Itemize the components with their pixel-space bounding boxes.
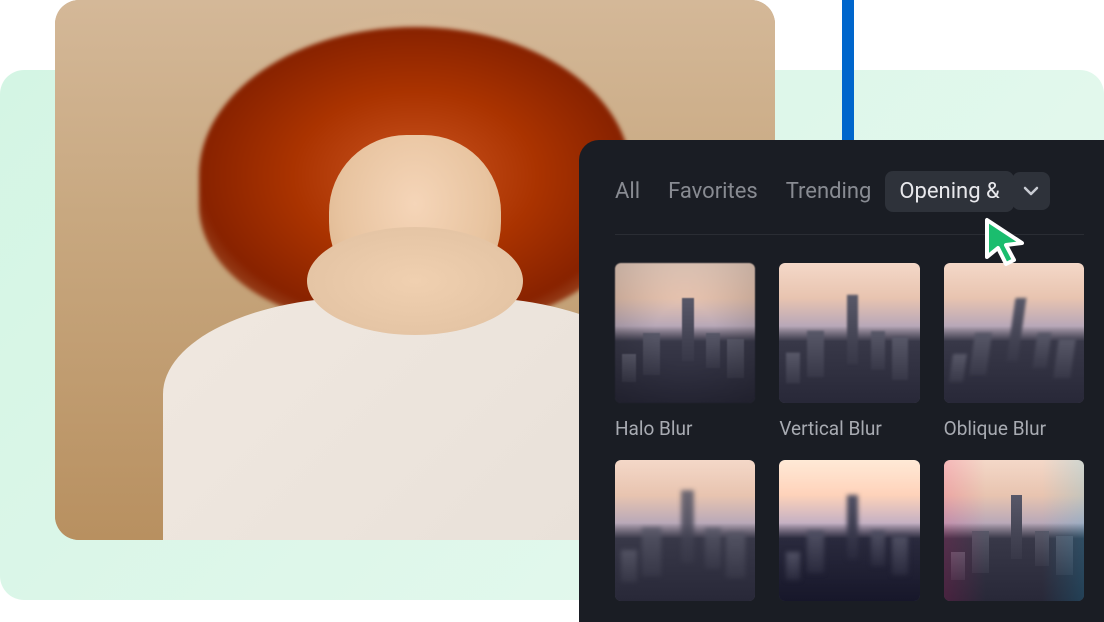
tab-all[interactable]: All — [615, 179, 640, 204]
effect-thumb[interactable] — [615, 460, 755, 600]
effect-item-4 — [615, 460, 755, 600]
effect-label: Halo Blur — [615, 417, 755, 440]
cursor-pointer-icon — [982, 215, 1032, 270]
tab-opening[interactable]: Opening & — [885, 171, 1013, 212]
effect-item-5 — [779, 460, 919, 600]
effect-thumb[interactable] — [779, 263, 919, 403]
tab-favorites[interactable]: Favorites — [668, 179, 758, 204]
effect-thumb[interactable] — [944, 263, 1084, 403]
effect-item-halo-blur: Halo Blur — [615, 263, 755, 440]
effect-item-oblique-blur: Oblique Blur — [944, 263, 1084, 440]
effect-item-6 — [944, 460, 1084, 600]
effect-label: Oblique Blur — [944, 417, 1084, 440]
effects-grid: Halo Blur Vertical Blur Oblique Blur — [615, 263, 1084, 601]
effect-item-vertical-blur: Vertical Blur — [779, 263, 919, 440]
effect-thumb[interactable] — [615, 263, 755, 403]
effects-panel: All Favorites Trending Opening & Halo Bl… — [579, 140, 1104, 622]
blue-accent-stripe — [842, 0, 854, 150]
tab-trending[interactable]: Trending — [786, 179, 872, 204]
more-tabs-dropdown[interactable] — [1012, 172, 1050, 210]
effect-label: Vertical Blur — [779, 417, 919, 440]
chevron-down-icon — [1023, 186, 1039, 196]
effect-thumb[interactable] — [944, 460, 1084, 600]
effect-thumb[interactable] — [779, 460, 919, 600]
